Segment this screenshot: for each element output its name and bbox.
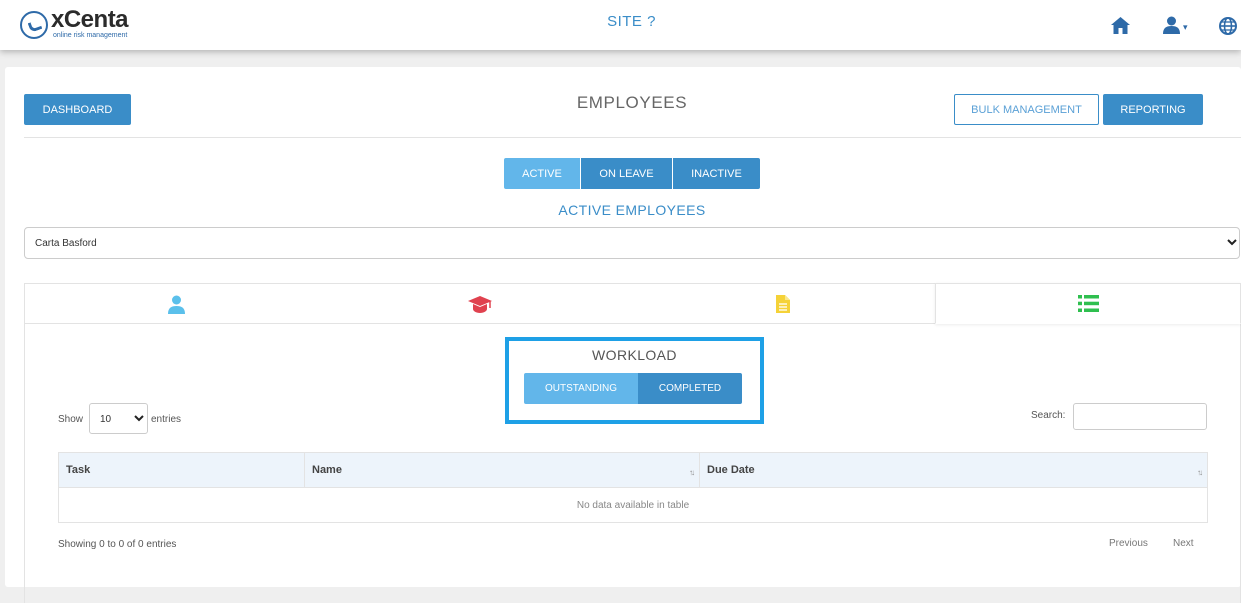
column-header-task[interactable]: Task <box>59 453 305 488</box>
home-icon[interactable] <box>1111 17 1130 34</box>
document-icon <box>776 295 790 313</box>
user-icon <box>168 295 185 314</box>
top-navbar: xCenta online risk management SITE ? ▾ <box>0 0 1241 50</box>
entries-label: entries <box>151 414 182 425</box>
column-header-name[interactable]: Name ↑↓ <box>305 453 700 488</box>
previous-button[interactable]: Previous <box>1109 538 1148 549</box>
next-button[interactable]: Next <box>1173 538 1194 549</box>
search-input[interactable] <box>1073 403 1207 430</box>
bulk-management-button[interactable]: BULK MANAGEMENT <box>954 94 1099 125</box>
globe-icon[interactable] <box>1219 17 1237 35</box>
show-label: Show <box>58 414 84 425</box>
chevron-down-icon[interactable]: ▾ <box>1183 22 1188 33</box>
list-icon <box>1077 295 1099 312</box>
tab-workload[interactable] <box>935 283 1241 324</box>
outstanding-button[interactable]: OUTSTANDING <box>524 373 638 404</box>
column-header-label: Task <box>66 464 91 476</box>
detail-tabs <box>25 283 1241 324</box>
brand-tagline: online risk management <box>53 32 128 39</box>
page-size-select[interactable]: 10 <box>89 403 148 434</box>
divider <box>24 137 1241 138</box>
graduation-cap-icon <box>467 295 492 313</box>
tab-inactive[interactable]: INACTIVE <box>673 158 760 189</box>
workload-table: Task Name ↑↓ Due Date ↑↓ No data availab… <box>58 452 1208 523</box>
reporting-button[interactable]: REPORTING <box>1103 94 1203 125</box>
sort-icon: ↑↓ <box>689 468 695 477</box>
tab-profile[interactable] <box>25 284 328 324</box>
user-menu-icon[interactable] <box>1163 16 1180 34</box>
search-label: Search: <box>1031 410 1066 421</box>
main-card: DASHBOARD EMPLOYEES BULK MANAGEMENT REPO… <box>5 67 1241 603</box>
sort-icon: ↑↓ <box>1197 468 1203 477</box>
page-size-value: 10 <box>100 414 112 425</box>
tab-training[interactable] <box>328 284 631 324</box>
table-info: Showing 0 to 0 of 0 entries <box>58 539 177 550</box>
column-header-label: Name <box>312 464 342 476</box>
tab-documents[interactable] <box>631 284 935 324</box>
column-header-label: Due Date <box>707 464 755 476</box>
employee-select[interactable]: Carta Basford <box>24 227 1240 259</box>
workload-box: WORKLOAD OUTSTANDING COMPLETED <box>505 337 764 424</box>
completed-button[interactable]: COMPLETED <box>638 373 742 404</box>
employee-detail-panel: WORKLOAD OUTSTANDING COMPLETED Show 10 e… <box>24 283 1241 603</box>
empty-table-message: No data available in table <box>576 499 690 511</box>
workload-title: WORKLOAD <box>592 347 677 363</box>
table-header: Task Name ↑↓ Due Date ↑↓ <box>59 453 1207 488</box>
section-title: ACTIVE EMPLOYEES <box>558 202 706 218</box>
tab-active[interactable]: ACTIVE <box>504 158 580 189</box>
tab-on-leave[interactable]: ON LEAVE <box>581 158 672 189</box>
employee-select-value: Carta Basford <box>35 238 97 249</box>
chevron-down-icon <box>134 415 144 422</box>
site-title[interactable]: SITE ? <box>0 13 1241 30</box>
chevron-down-icon <box>1227 239 1237 246</box>
column-header-due-date[interactable]: Due Date ↑↓ <box>700 453 1207 488</box>
